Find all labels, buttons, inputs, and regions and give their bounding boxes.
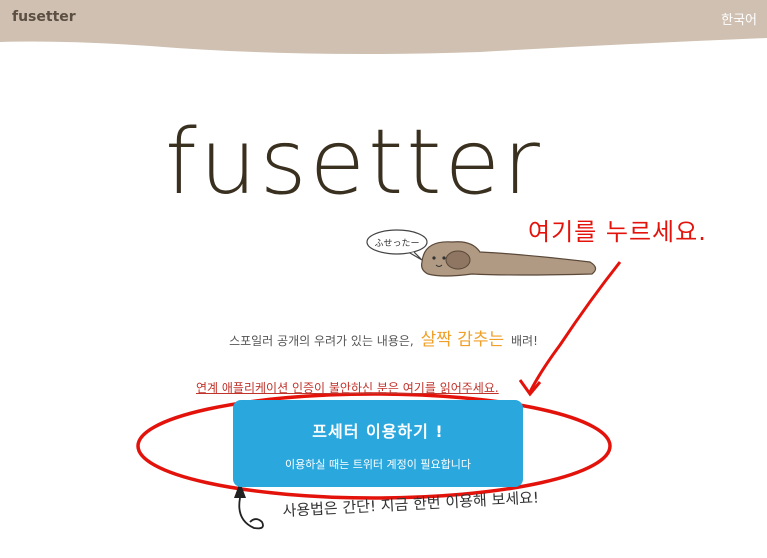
annotation-text: 여기를 누르세요. bbox=[528, 218, 707, 246]
brand-logo[interactable]: fusetter bbox=[12, 9, 76, 25]
app-auth-info-link[interactable]: 연계 애플리케이션 인증이 불안하신 분은 여기를 읽어주세요. bbox=[196, 379, 499, 396]
language-selector[interactable]: 한국어 bbox=[721, 9, 757, 28]
cta-subtitle: 이용하실 때는 트위터 계정이 필요합니다 bbox=[284, 458, 472, 471]
tagline-before: 스포일러 공개의 우려가 있는 내용은, bbox=[229, 334, 414, 348]
mascot-bubble-text: ふせったー bbox=[374, 238, 419, 249]
tagline-after: 배려! bbox=[511, 334, 538, 348]
tagline: 스포일러 공개의 우려가 있는 내용은, 살짝 감추는 배려! bbox=[0, 325, 767, 350]
how-to-text: 사용법은 간단! 지금 한번 이용해 보세요! bbox=[282, 488, 540, 520]
cta-title: 프세터 이용하기 ! bbox=[312, 422, 444, 441]
fusetter-logo: fusetter bbox=[165, 110, 543, 215]
tagline-highlight: 살짝 감추는 bbox=[420, 330, 505, 350]
use-fusetter-button[interactable]: 프세터 이용하기 ! 이용하실 때는 트위터 계정이 필요합니다 bbox=[233, 400, 523, 487]
header-background bbox=[0, 0, 767, 54]
